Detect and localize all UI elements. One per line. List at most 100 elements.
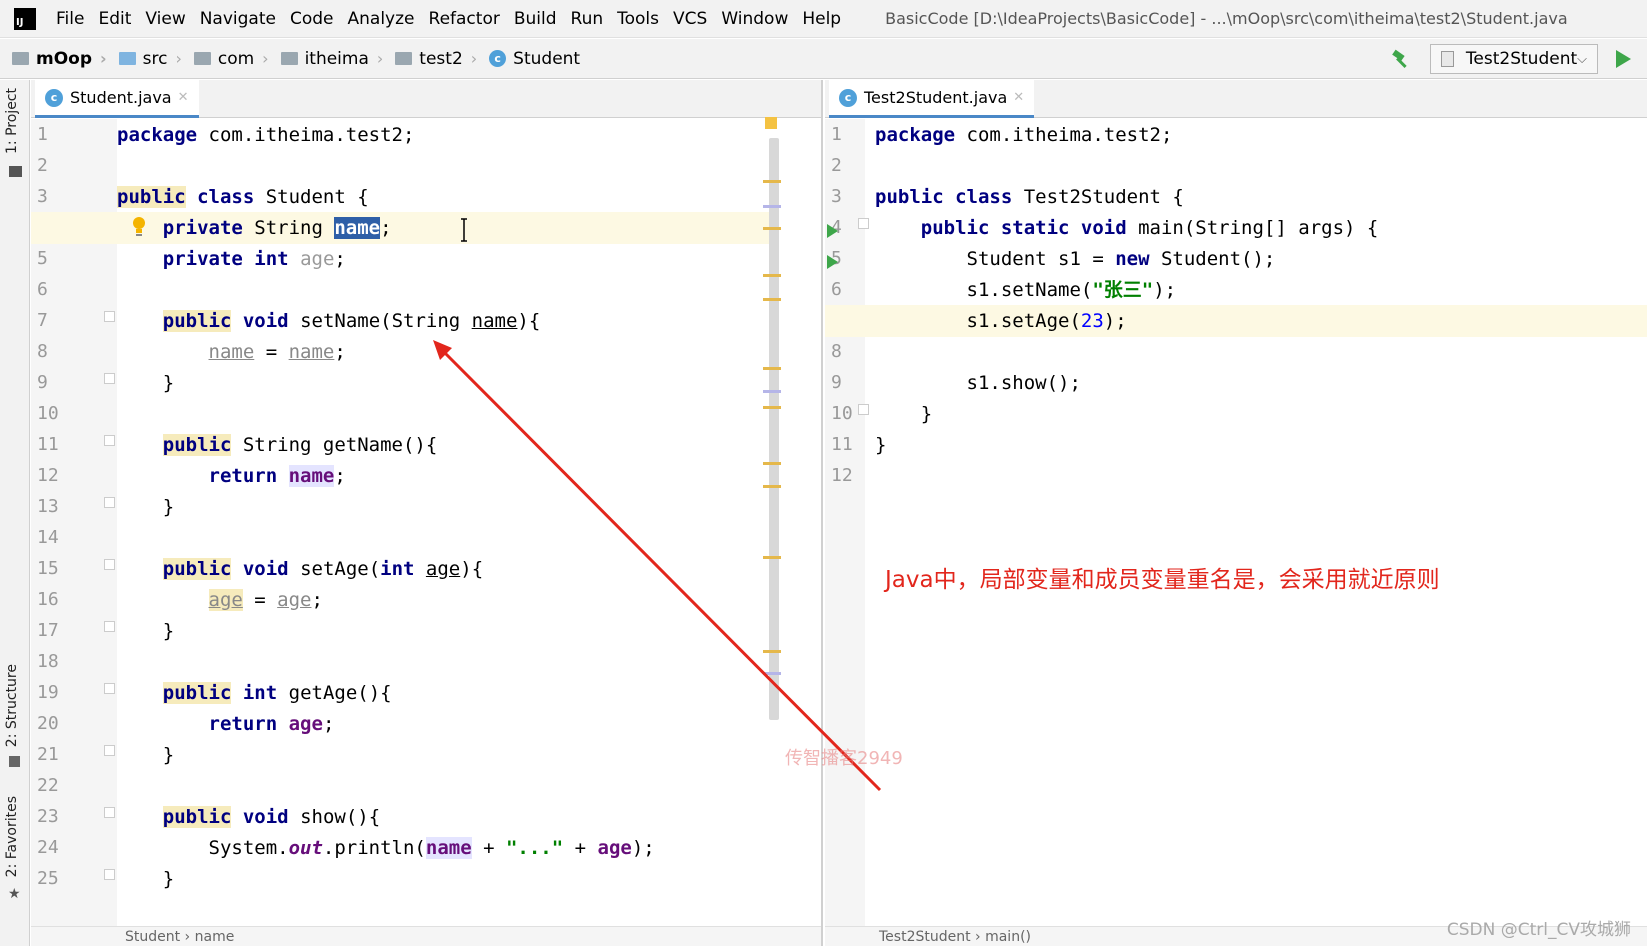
code-line: public class Test2Student { bbox=[875, 186, 1184, 208]
breadcrumb-itheima[interactable]: itheima › bbox=[280, 48, 384, 69]
menu-bar: IJ File Edit View Navigate Code Analyze … bbox=[0, 0, 1647, 38]
menu-view[interactable]: View bbox=[145, 9, 185, 29]
editor-pane-student: c Student.java ✕ 12345678910111213141516… bbox=[31, 80, 823, 946]
error-stripe bbox=[763, 119, 781, 926]
code-line: } bbox=[117, 744, 175, 766]
code-editor-test2student[interactable]: package com.itheima.test2; public class … bbox=[825, 119, 1647, 926]
line-number: 9 bbox=[37, 372, 48, 393]
annotation-text: Java中，局部变量和成员变量重名是，会采用就近原则 bbox=[885, 567, 1440, 593]
lightbulb-icon[interactable] bbox=[131, 216, 147, 238]
editor-tab-bar: c Test2Student.java ✕ bbox=[825, 80, 1647, 118]
fold-marker-icon[interactable] bbox=[104, 869, 115, 880]
breadcrumb-label: itheima bbox=[304, 48, 369, 69]
tab-student-java[interactable]: c Student.java ✕ bbox=[35, 80, 199, 118]
breadcrumb-com[interactable]: com › bbox=[193, 48, 269, 69]
code-line: public void show(){ bbox=[162, 806, 381, 828]
breadcrumb-label: src bbox=[142, 48, 168, 69]
favorites-tool-button[interactable]: 2: Favorites bbox=[4, 796, 20, 877]
breadcrumb-module[interactable]: mOop › bbox=[12, 49, 107, 69]
breadcrumb-test2[interactable]: test2 › bbox=[395, 49, 477, 69]
chevron-right-icon: › bbox=[175, 49, 182, 68]
breadcrumb-label: test2 bbox=[419, 48, 463, 69]
source-folder-icon bbox=[118, 52, 136, 65]
fold-marker-icon[interactable] bbox=[104, 559, 115, 570]
tab-test2student-java[interactable]: c Test2Student.java ✕ bbox=[829, 80, 1035, 118]
code-line: age = age; bbox=[208, 589, 323, 611]
close-icon[interactable]: ✕ bbox=[1013, 90, 1024, 105]
menu-refactor[interactable]: Refactor bbox=[429, 9, 500, 29]
menu-analyze[interactable]: Analyze bbox=[348, 9, 415, 29]
chevron-down-icon: ⌵ bbox=[1577, 51, 1587, 67]
fold-marker-icon[interactable] bbox=[104, 683, 115, 694]
code-line: private String name; bbox=[162, 217, 392, 239]
line-number: 21 bbox=[37, 744, 59, 765]
csdn-credit: CSDN @Ctrl_CV攻城狮 bbox=[1446, 920, 1631, 940]
menu-file[interactable]: File bbox=[56, 9, 84, 29]
line-number: 25 bbox=[37, 868, 59, 889]
line-number: 24 bbox=[37, 837, 59, 858]
code-line: package com.itheima.test2; bbox=[875, 124, 1173, 146]
build-hammer-icon[interactable] bbox=[1390, 48, 1412, 70]
menu-code[interactable]: Code bbox=[290, 9, 334, 29]
menu-edit[interactable]: Edit bbox=[98, 9, 131, 29]
package-folder-icon bbox=[193, 52, 211, 65]
run-class-icon[interactable] bbox=[827, 224, 838, 238]
code-editor-student[interactable]: package com.itheima.test2; public class … bbox=[31, 119, 821, 926]
chevron-right-icon: › bbox=[100, 49, 107, 68]
run-icon[interactable] bbox=[1616, 50, 1631, 68]
fold-marker-icon[interactable] bbox=[104, 807, 115, 818]
chevron-right-icon: › bbox=[376, 49, 384, 68]
code-line: return age; bbox=[208, 713, 335, 735]
menu-run[interactable]: Run bbox=[571, 9, 604, 29]
code-line: } bbox=[117, 496, 175, 518]
line-number: 13 bbox=[37, 496, 59, 517]
editor-pane-test2student: c Test2Student.java ✕ 123456789101112 pa… bbox=[825, 80, 1647, 946]
fold-marker-icon[interactable] bbox=[104, 621, 115, 632]
menu-build[interactable]: Build bbox=[514, 9, 557, 29]
run-configuration-select[interactable]: Test2Student ⌵ bbox=[1430, 44, 1598, 74]
line-number: 23 bbox=[37, 806, 59, 827]
line-number: 15 bbox=[37, 558, 59, 579]
line-number: 7 bbox=[37, 310, 48, 331]
line-number: 17 bbox=[37, 620, 59, 641]
fold-marker-icon[interactable] bbox=[858, 218, 869, 229]
menu-tools[interactable]: Tools bbox=[617, 9, 659, 29]
fold-marker-icon[interactable] bbox=[104, 745, 115, 756]
menu-navigate[interactable]: Navigate bbox=[200, 9, 276, 29]
breadcrumb-student[interactable]: c Student bbox=[489, 49, 580, 69]
code-line: } bbox=[117, 620, 175, 642]
code-line: } bbox=[117, 868, 175, 890]
fold-marker-icon[interactable] bbox=[104, 435, 115, 446]
fold-marker-icon[interactable] bbox=[104, 497, 115, 508]
package-folder-icon bbox=[280, 52, 298, 65]
fold-marker-icon[interactable] bbox=[104, 373, 115, 384]
structure-tool-button[interactable]: 2: Structure bbox=[4, 664, 20, 747]
menu-vcs[interactable]: VCS bbox=[673, 9, 707, 29]
menu-help[interactable]: Help bbox=[802, 9, 841, 29]
java-class-icon: c bbox=[489, 50, 507, 67]
window-title: BasicCode [D:\IdeaProjects\BasicCode] - … bbox=[885, 9, 1568, 28]
editor-breadcrumb[interactable]: Student › name bbox=[31, 926, 821, 946]
tab-label: Student.java bbox=[70, 88, 172, 107]
run-main-icon[interactable] bbox=[827, 255, 838, 269]
menu-window[interactable]: Window bbox=[721, 9, 788, 29]
project-tool-button[interactable]: 1: Project bbox=[4, 88, 20, 154]
line-number: 3 bbox=[37, 186, 48, 207]
line-number: 6 bbox=[37, 279, 48, 300]
line-number: 20 bbox=[37, 713, 59, 734]
line-number-gutter: 123456789101112 bbox=[825, 119, 865, 926]
package-folder-icon bbox=[395, 52, 413, 65]
tool-window-strip: 1: Project 2: Structure ★ 2: Favorites bbox=[0, 80, 30, 946]
code-line: Student s1 = new Student(); bbox=[875, 248, 1276, 270]
code-line: name = name; bbox=[208, 341, 346, 363]
breadcrumb-label: com bbox=[217, 48, 255, 69]
fold-marker-icon[interactable] bbox=[858, 404, 869, 415]
intellij-logo-icon: IJ bbox=[14, 7, 36, 30]
breadcrumb-src[interactable]: src › bbox=[118, 48, 182, 69]
chevron-right-icon: › bbox=[470, 49, 478, 68]
code-line: } bbox=[875, 434, 887, 456]
code-line: public int getAge(){ bbox=[162, 682, 392, 704]
fold-marker-icon[interactable] bbox=[104, 311, 115, 322]
text-cursor-icon bbox=[461, 218, 467, 242]
close-icon[interactable]: ✕ bbox=[178, 90, 189, 105]
